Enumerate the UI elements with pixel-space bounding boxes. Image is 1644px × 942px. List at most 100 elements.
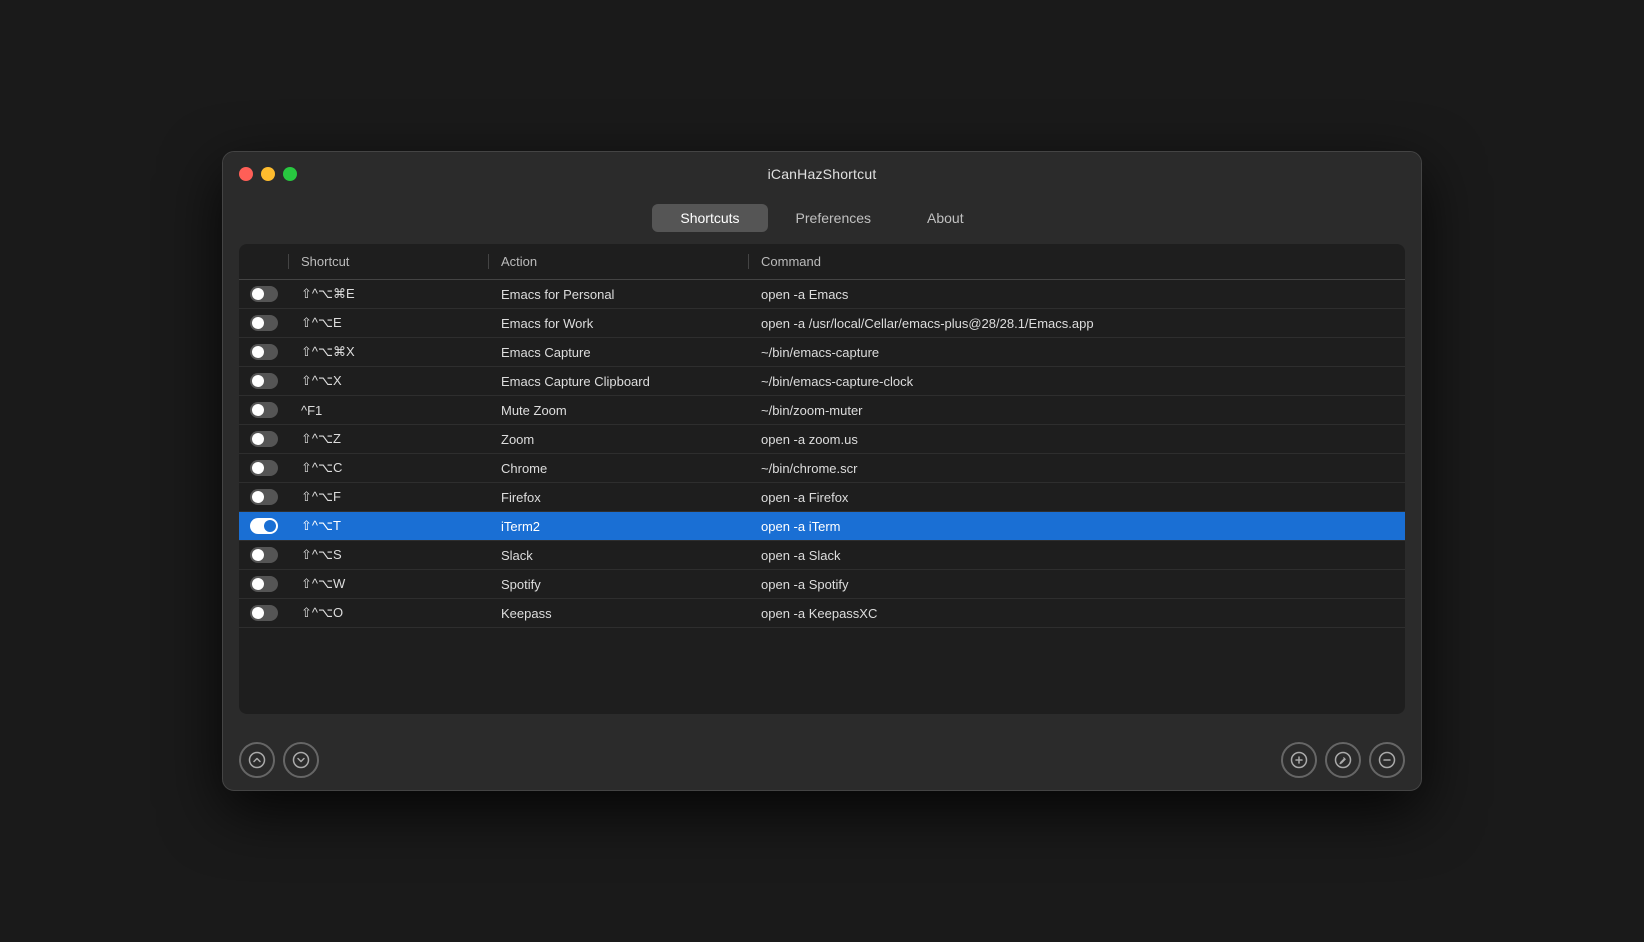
action-cell: Emacs for Personal (489, 287, 749, 302)
tab-about[interactable]: About (899, 204, 992, 232)
maximize-button[interactable] (283, 167, 297, 181)
edit-button[interactable] (1325, 742, 1361, 778)
action-cell: Emacs for Work (489, 316, 749, 331)
shortcut-cell: ⇧^⌥Z (289, 431, 489, 447)
toggle-switch[interactable] (250, 286, 278, 302)
toggle-cell (239, 605, 289, 621)
tab-preferences[interactable]: Preferences (768, 204, 899, 232)
command-cell: open -a Spotify (749, 577, 1405, 592)
table-row[interactable]: ⇧^⌥XEmacs Capture Clipboard~/bin/emacs-c… (239, 367, 1405, 396)
toggle-cell (239, 286, 289, 302)
table-row[interactable]: ⇧^⌥FFirefoxopen -a Firefox (239, 483, 1405, 512)
plus-icon (1290, 751, 1308, 769)
toggle-switch[interactable] (250, 605, 278, 621)
toggle-switch[interactable] (250, 315, 278, 331)
remove-button[interactable] (1369, 742, 1405, 778)
titlebar: iCanHazShortcut (223, 152, 1421, 196)
toggle-cell (239, 489, 289, 505)
shortcut-cell: ⇧^⌥X (289, 373, 489, 389)
shortcut-cell: ⇧^⌥⌘E (289, 286, 489, 302)
shortcut-cell: ⇧^⌥C (289, 460, 489, 476)
action-cell: Firefox (489, 490, 749, 505)
toggle-switch[interactable] (250, 576, 278, 592)
action-cell: iTerm2 (489, 519, 749, 534)
table-row[interactable]: ⇧^⌥EEmacs for Workopen -a /usr/local/Cel… (239, 309, 1405, 338)
close-button[interactable] (239, 167, 253, 181)
toggle-switch[interactable] (250, 373, 278, 389)
table-row[interactable]: ⇧^⌥⌘XEmacs Capture~/bin/emacs-capture (239, 338, 1405, 367)
shortcut-cell: ⇧^⌥E (289, 315, 489, 331)
command-cell: open -a /usr/local/Cellar/emacs-plus@28/… (749, 316, 1405, 331)
toggle-switch[interactable] (250, 344, 278, 360)
shortcut-cell: ⇧^⌥W (289, 576, 489, 592)
footer-left (239, 742, 319, 778)
command-cell: open -a zoom.us (749, 432, 1405, 447)
table-row[interactable]: ⇧^⌥⌘EEmacs for Personalopen -a Emacs (239, 280, 1405, 309)
pencil-icon (1334, 751, 1352, 769)
toggle-switch[interactable] (250, 518, 278, 534)
toggle-cell (239, 315, 289, 331)
shortcut-cell: ⇧^⌥S (289, 547, 489, 563)
window-title: iCanHazShortcut (768, 166, 877, 182)
toggle-cell (239, 518, 289, 534)
action-cell: Chrome (489, 461, 749, 476)
footer-right (1281, 742, 1405, 778)
table-row[interactable]: ⇧^⌥SSlackopen -a Slack (239, 541, 1405, 570)
command-cell: ~/bin/chrome.scr (749, 461, 1405, 476)
toggle-switch[interactable] (250, 547, 278, 563)
table-row[interactable]: ⇧^⌥TiTerm2open -a iTerm (239, 512, 1405, 541)
toggle-cell (239, 373, 289, 389)
table-row[interactable]: ⇧^⌥ZZoomopen -a zoom.us (239, 425, 1405, 454)
toggle-cell (239, 547, 289, 563)
shortcut-cell: ⇧^⌥T (289, 518, 489, 534)
header-shortcut: Shortcut (289, 254, 489, 269)
shortcut-cell: ⇧^⌥O (289, 605, 489, 621)
toggle-switch[interactable] (250, 460, 278, 476)
toggle-cell (239, 460, 289, 476)
shortcut-cell: ^F1 (289, 403, 489, 418)
header-toggle (239, 254, 289, 269)
action-cell: Mute Zoom (489, 403, 749, 418)
minus-icon (1378, 751, 1396, 769)
command-cell: ~/bin/emacs-capture-clock (749, 374, 1405, 389)
toggle-switch[interactable] (250, 489, 278, 505)
arrow-up-icon (248, 751, 266, 769)
toggle-cell (239, 402, 289, 418)
table-row[interactable]: ⇧^⌥WSpotifyopen -a Spotify (239, 570, 1405, 599)
toggle-cell (239, 576, 289, 592)
header-command: Command (749, 254, 1405, 269)
footer (223, 730, 1421, 790)
toggle-cell (239, 344, 289, 360)
tab-shortcuts[interactable]: Shortcuts (652, 204, 767, 232)
action-cell: Zoom (489, 432, 749, 447)
toggle-switch[interactable] (250, 431, 278, 447)
arrow-down-icon (292, 751, 310, 769)
table-body: ⇧^⌥⌘EEmacs for Personalopen -a Emacs⇧^⌥E… (239, 280, 1405, 714)
command-cell: ~/bin/emacs-capture (749, 345, 1405, 360)
move-down-button[interactable] (283, 742, 319, 778)
table-row[interactable]: ⇧^⌥CChrome~/bin/chrome.scr (239, 454, 1405, 483)
command-cell: open -a iTerm (749, 519, 1405, 534)
action-cell: Slack (489, 548, 749, 563)
command-cell: open -a Emacs (749, 287, 1405, 302)
table-header: Shortcut Action Command (239, 244, 1405, 280)
table-row[interactable]: ^F1Mute Zoom~/bin/zoom-muter (239, 396, 1405, 425)
table-row[interactable]: ⇧^⌥OKeepassopen -a KeepassXC (239, 599, 1405, 628)
action-cell: Emacs Capture Clipboard (489, 374, 749, 389)
app-window: iCanHazShortcut Shortcuts Preferences Ab… (222, 151, 1422, 791)
toggle-cell (239, 431, 289, 447)
header-action: Action (489, 254, 749, 269)
shortcut-cell: ⇧^⌥⌘X (289, 344, 489, 360)
action-cell: Keepass (489, 606, 749, 621)
tab-bar: Shortcuts Preferences About (223, 196, 1421, 244)
add-button[interactable] (1281, 742, 1317, 778)
shortcut-cell: ⇧^⌥F (289, 489, 489, 505)
toggle-switch[interactable] (250, 402, 278, 418)
window-controls (239, 167, 297, 181)
command-cell: ~/bin/zoom-muter (749, 403, 1405, 418)
move-up-button[interactable] (239, 742, 275, 778)
action-cell: Emacs Capture (489, 345, 749, 360)
minimize-button[interactable] (261, 167, 275, 181)
command-cell: open -a Firefox (749, 490, 1405, 505)
content-area: Shortcut Action Command ⇧^⌥⌘EEmacs for P… (239, 244, 1405, 714)
